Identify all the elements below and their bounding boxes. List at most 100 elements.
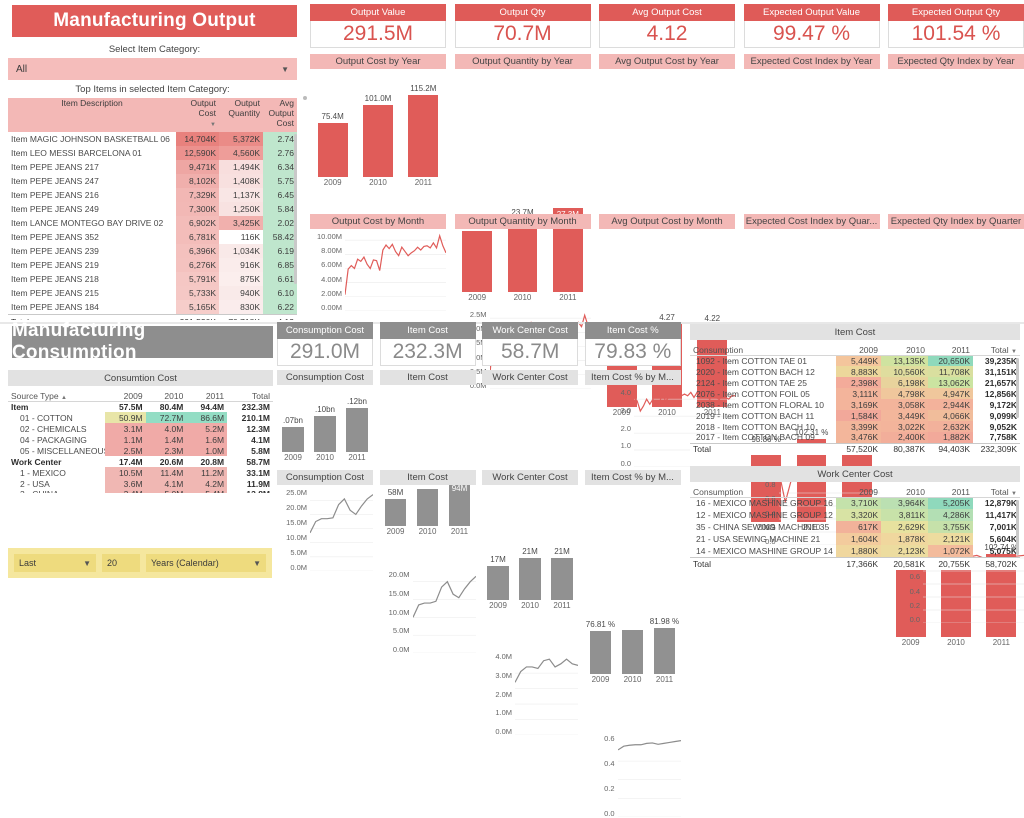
bar-column[interactable] (621, 626, 644, 674)
table-row[interactable]: 2020 - Item COTTON BACH 12 8,883K 10,560K 1… (690, 366, 1020, 377)
bar-column[interactable]: 75.4M (317, 88, 348, 177)
plot-area[interactable] (617, 735, 681, 817)
matrix-row[interactable]: Item 57.5M 80.4M 94.4M 232.3M (8, 401, 273, 412)
col-avg-output-cost[interactable]: Avg Output Cost (263, 98, 297, 132)
table-row[interactable]: 12 - MEXICO MASHINE GROUP 12 3,320K 3,811K… (690, 509, 1020, 521)
bar[interactable] (621, 629, 644, 674)
col-item-description[interactable]: Item Description (8, 98, 176, 132)
bar-column[interactable]: .07bn (282, 404, 304, 452)
matrix-row[interactable]: 2 - USA 3.6M 4.1M 4.2M 11.9M (8, 478, 273, 489)
table-row[interactable]: Item PEPE JEANS 216 7,329K 1,137K 6.45 (8, 188, 297, 202)
table-row[interactable]: Item PEPE JEANS 249 7,300K 1,250K 5.84 (8, 202, 297, 216)
plot-area[interactable] (345, 233, 446, 311)
matrix-row[interactable]: 1 - MEXICO 10.5M 11.4M 11.2M 33.1M (8, 467, 273, 478)
plot-area[interactable] (412, 571, 476, 653)
col-2011[interactable]: 2011 (928, 340, 973, 356)
bar[interactable]: 101.0M (363, 94, 393, 177)
table-row[interactable]: Item MAGIC JOHNSON BASKETBALL 06 14,704K 5… (8, 132, 297, 146)
table-scrollbar[interactable] (1016, 358, 1019, 418)
relative-date-dropdown[interactable]: Last ▼ (14, 554, 96, 572)
matrix-row[interactable]: 05 - MISCELLANEOUS 2.5M 2.3M 1.0M 5.8M (8, 445, 273, 456)
table-scrollbar[interactable] (1016, 500, 1019, 555)
table-row[interactable]: 2018 - Item COTTON BACH 10 3,399K 3,022K 2,… (690, 421, 1020, 432)
col-2010[interactable]: 2010 (881, 340, 928, 356)
item-cost-table[interactable]: Consumption 2009 2010 2011 Total ▼ 1092 … (690, 340, 1020, 458)
plot-area[interactable] (515, 653, 578, 735)
col-output-cost[interactable]: Output Cost ▼ (176, 98, 219, 132)
bar[interactable]: 75.4M (317, 112, 348, 177)
bar[interactable]: 76.81 % (586, 620, 615, 674)
line-chart[interactable]: 0.6 0.4 0.2 0.0 (585, 735, 681, 817)
table-row[interactable]: 2017 - Item COTTON BACH 09 3,476K 2,400K 1,… (690, 432, 1020, 443)
col-total[interactable]: Total ▼ (973, 482, 1020, 498)
col-2010[interactable]: 2010 (145, 386, 187, 402)
bar[interactable]: .10bn (314, 405, 336, 452)
col-2010[interactable]: 2010 (881, 482, 928, 498)
matrix-row[interactable]: Work Center 17.4M 20.6M 20.8M 58.7M (8, 456, 273, 467)
consumtion-cost-matrix[interactable]: Source Type ▲ 2009 2010 2011 Total Item 5… (8, 386, 273, 493)
work-center-cost-table[interactable]: Consumption 2009 2010 2011 Total ▼ 16 - … (690, 482, 1020, 578)
table-row[interactable]: 21 - USA SEWING MACHINE 21 1,604K 1,878K 2,… (690, 533, 1020, 545)
chevron-down-icon[interactable]: ▼ (83, 559, 91, 568)
col-2009[interactable]: 2009 (104, 386, 146, 402)
col-source-type[interactable]: Source Type ▲ (8, 386, 105, 402)
col-total[interactable]: Total ▼ (973, 340, 1020, 356)
col-consumption[interactable]: Consumption (690, 482, 836, 498)
bar-column[interactable]: 81.98 % (650, 617, 679, 674)
table-row[interactable]: 2124 - Item COTTON TAE 25 2,398K 6,198K 13,… (690, 377, 1020, 388)
col-2011[interactable]: 2011 (928, 482, 973, 498)
table-row[interactable]: 2019 - Item COTTON BACH 11 1,584K 3,449K 4,… (690, 410, 1020, 421)
matrix-row[interactable]: 01 - COTTON 50.9M 72.7M 86.6M 210.1M (8, 412, 273, 423)
chevron-down-icon[interactable]: ▼ (253, 559, 261, 568)
table-row[interactable]: Item LANCE MONTEGO BAY DRIVE 02 6,902K 3,4… (8, 216, 297, 230)
table-row[interactable]: Item PEPE JEANS 219 6,276K 916K 6.85 (8, 258, 297, 272)
table-row[interactable]: Item LEO MESSI BARCELONA 01 12,590K 4,560K… (8, 146, 297, 160)
table-row[interactable]: Item PEPE JEANS 184 5,165K 830K 6.22 (8, 300, 297, 314)
col-2009[interactable]: 2009 (836, 340, 881, 356)
table-row[interactable]: Item PEPE JEANS 352 6,781K 116K 58.42 (8, 230, 297, 244)
matrix-row[interactable]: 02 - CHEMICALS 3.1M 4.0M 5.2M 12.3M (8, 423, 273, 434)
bar[interactable]: .12bn (346, 397, 368, 452)
bar[interactable]: 115.2M (408, 84, 439, 177)
table-row[interactable]: 1092 - Item COTTON TAE 01 5,449K 13,135K 20… (690, 355, 1020, 366)
table-scrollbar[interactable] (294, 134, 297, 284)
bar[interactable]: .07bn (282, 416, 304, 452)
col-consumption[interactable]: Consumption (690, 340, 836, 356)
bar-chart[interactable]: 76.81 % 81.98 % 2009 2010 2011 (585, 613, 681, 687)
line-chart[interactable]: 10.00M 8.00M 6.00M 4.00M 2.00M 0.00M (310, 233, 446, 311)
line-chart[interactable]: 4.0M 3.0M 2.0M 1.0M 0.0M (482, 653, 578, 735)
table-row[interactable]: Item PEPE JEANS 218 5,791K 875K 6.61 (8, 272, 297, 286)
table-row[interactable]: 14 - MEXICO MASHINE GROUP 14 1,880K 2,123K… (690, 545, 1020, 557)
bar-column[interactable]: 76.81 % (586, 620, 615, 674)
date-unit-dropdown[interactable]: Years (Calendar) ▼ (146, 554, 266, 572)
matrix-row[interactable]: 3 - CHINA3.4M5.0M5.4M13.8M (8, 489, 273, 493)
bar-chart[interactable]: 75.4M 101.0M 115.2M 2009 2010 2011 (310, 75, 446, 190)
chevron-down-icon[interactable]: ▼ (281, 65, 289, 74)
bar-column[interactable]: 101.0M (363, 88, 393, 177)
line-chart[interactable]: 25.0M 20.0M 15.0M 10.0M 5.0M 0.0M (277, 489, 373, 571)
bar-column[interactable]: .10bn (314, 404, 336, 452)
col-total[interactable]: Total (227, 386, 273, 402)
table-row[interactable]: 2076 - Item COTTON FOIL 05 3,111K 4,798K 4,… (690, 388, 1020, 399)
col-output-quantity[interactable]: Output Quantity (219, 98, 263, 132)
table-row[interactable]: Item PEPE JEANS 217 9,471K 1,494K 6.34 (8, 160, 297, 174)
col-2011[interactable]: 2011 (186, 386, 228, 402)
table-row[interactable]: Item PEPE JEANS 215 5,733K 940K 6.10 (8, 286, 297, 300)
table-row[interactable]: Item PEPE JEANS 247 8,102K 1,408K 5.75 (8, 174, 297, 188)
date-count-input[interactable]: 20 (102, 554, 140, 572)
table-row[interactable]: Item PEPE JEANS 239 6,396K 1,034K 6.19 (8, 244, 297, 258)
matrix-row[interactable]: 04 - PACKAGING 1.1M 1.4M 1.6M 4.1M (8, 434, 273, 445)
col-2009[interactable]: 2009 (836, 482, 881, 498)
table-row[interactable]: 35 - CHINA SEWING MACHINE 35 617K 2,629K 3,… (690, 521, 1020, 533)
table-row[interactable]: 16 - MEXICO MASHINE GROUP 16 3,710K 3,964K… (690, 497, 1020, 509)
bar-column[interactable]: 115.2M (408, 84, 439, 177)
table-row[interactable]: 2038 - Item COTTON FLORAL 10 3,169K 3,058K… (690, 399, 1020, 410)
bar[interactable]: 81.98 % (650, 617, 679, 674)
top-items-table[interactable]: Item Description Output Cost ▼ Output Qua… (8, 98, 297, 320)
date-slicer[interactable]: Last ▼ 20 Years (Calendar) ▼ (8, 548, 272, 578)
line-chart[interactable]: 20.0M 15.0M 10.0M 5.0M 0.0M (380, 571, 476, 653)
plot-area[interactable] (310, 489, 373, 571)
bar-chart[interactable]: .07bn .10bn .12bn 2009 2010 2011 (277, 391, 373, 465)
bar-column[interactable]: .12bn (346, 397, 368, 452)
item-category-slicer[interactable]: All ▼ (8, 58, 297, 80)
